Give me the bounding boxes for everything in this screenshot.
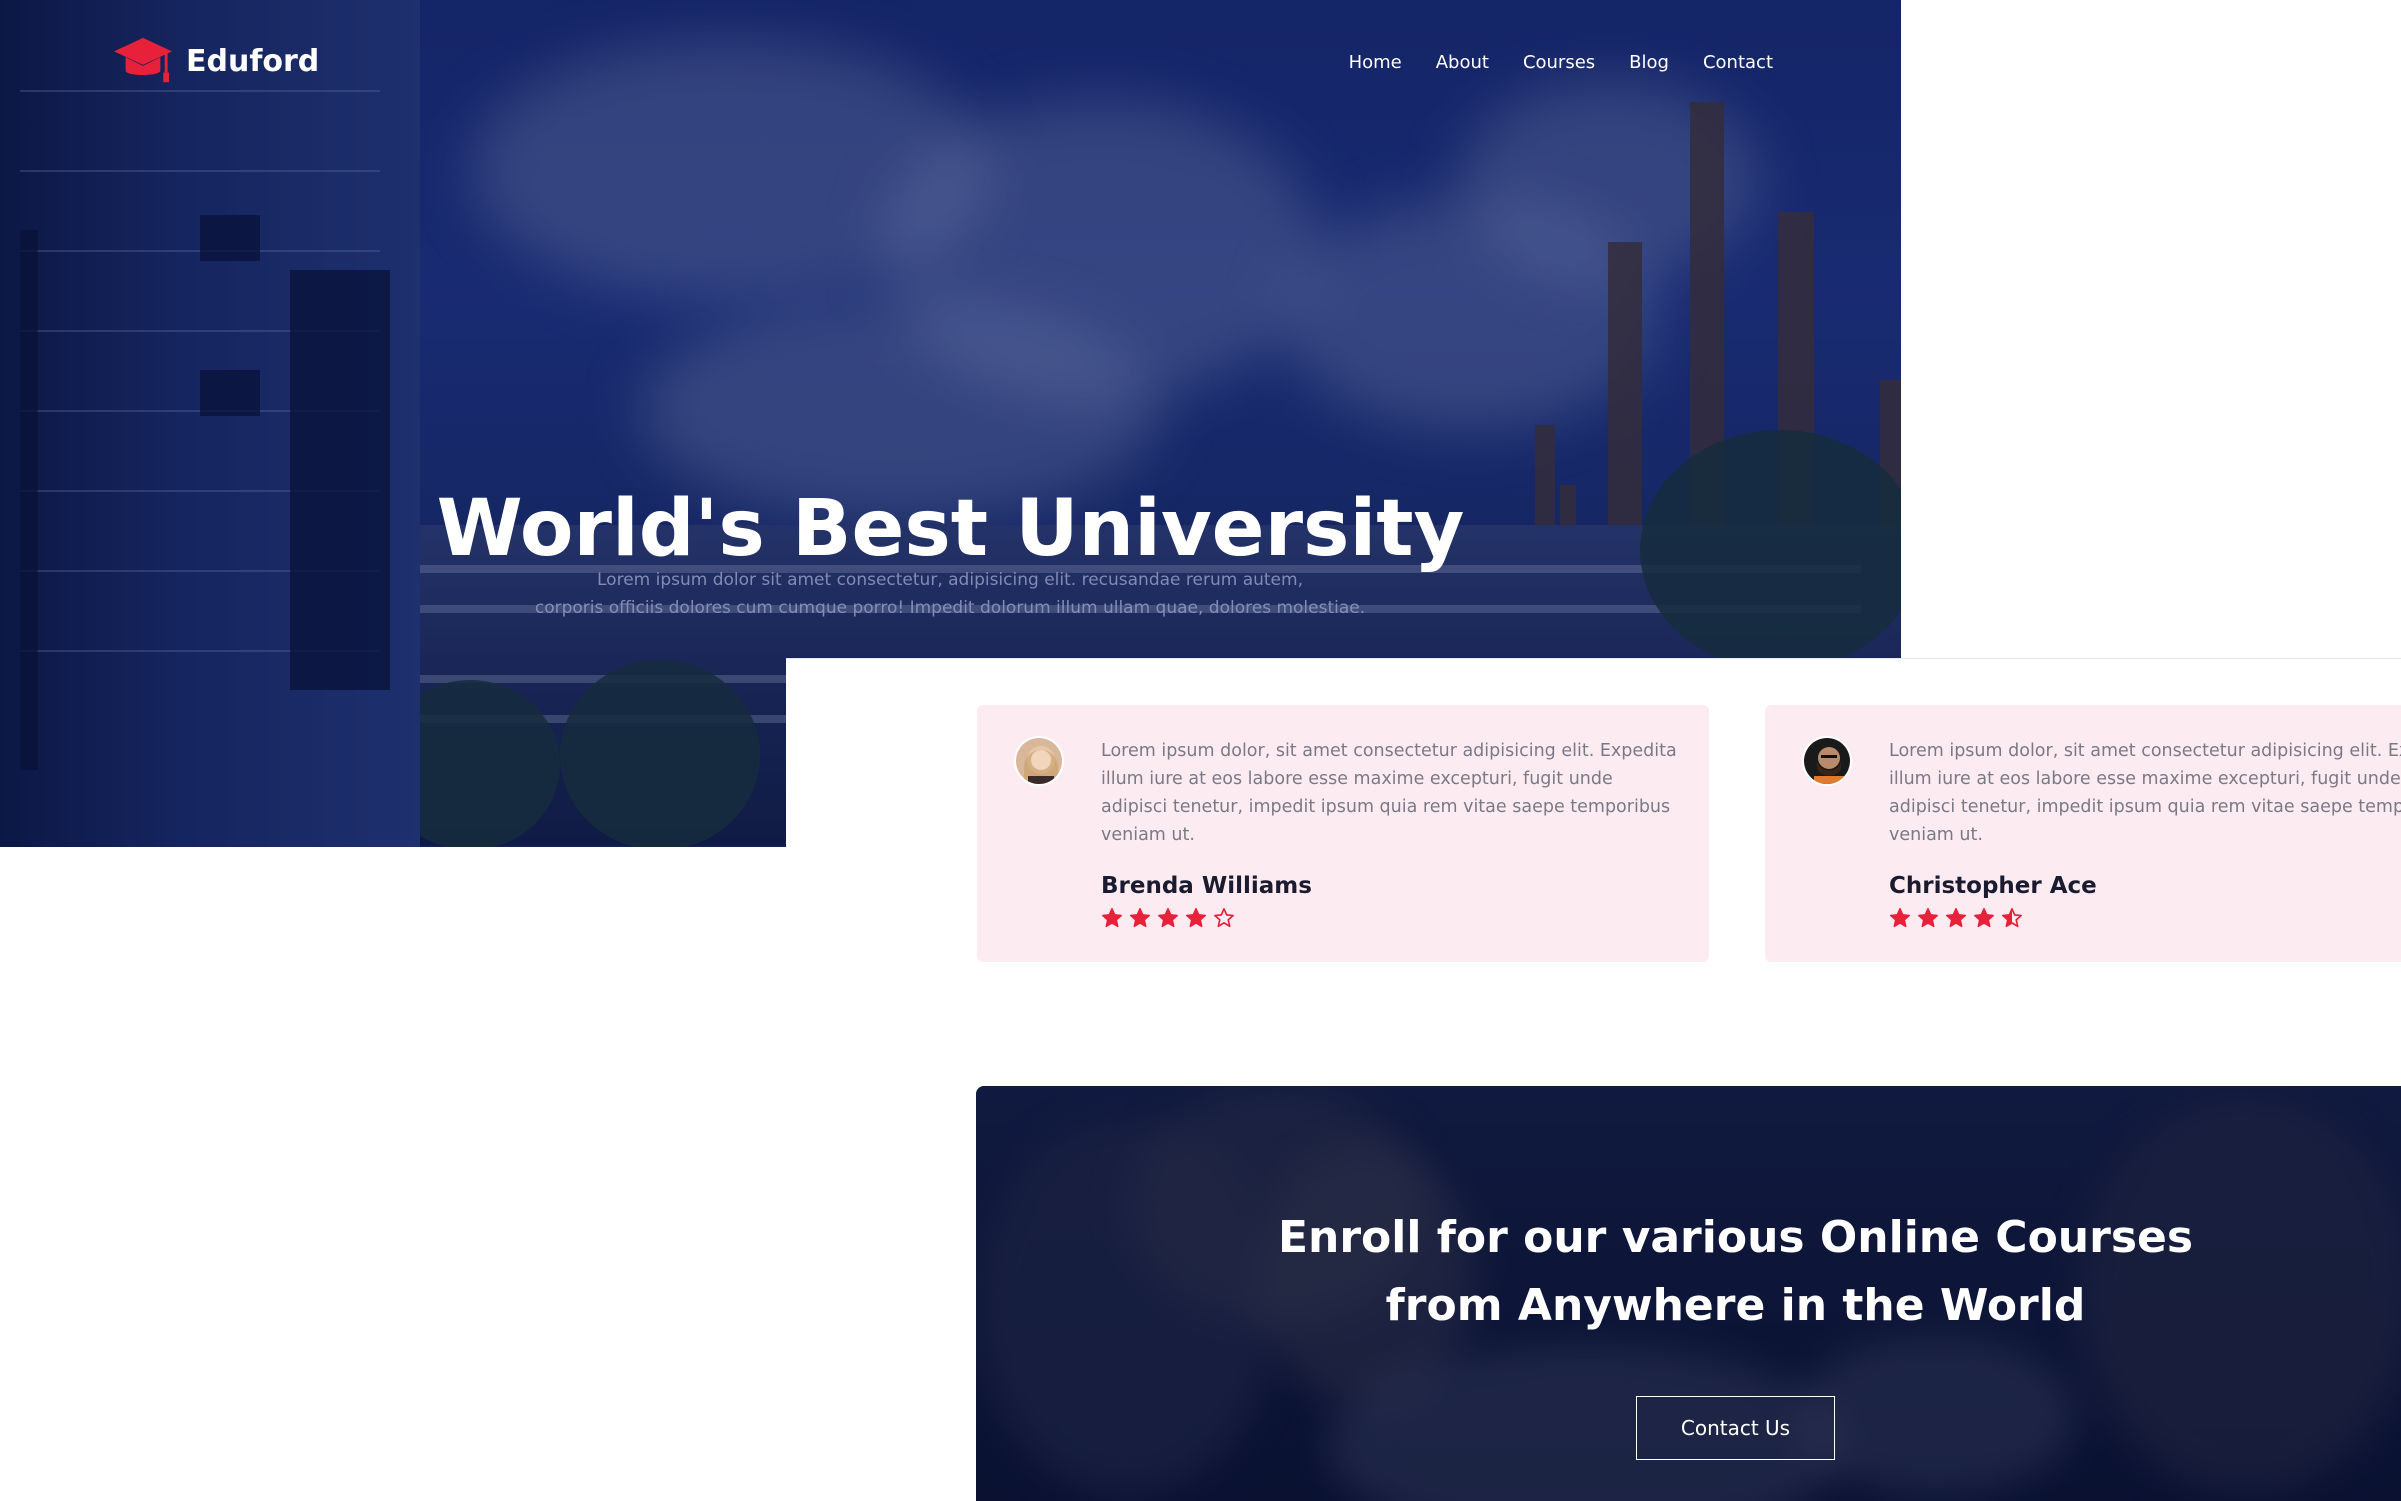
- avatar-man-icon: [1804, 738, 1850, 784]
- enroll-section: Enroll for our various Online Courses fr…: [976, 1086, 2401, 1501]
- star-rating: [1889, 907, 2023, 929]
- enroll-title: Enroll for our various Online Courses fr…: [1277, 1212, 2194, 1331]
- nav-blog[interactable]: Blog: [1629, 52, 1669, 73]
- hero-title: World's Best University: [436, 484, 1465, 575]
- nav-home[interactable]: Home: [1349, 52, 1402, 73]
- testimonial-name: Christopher Ace: [1889, 873, 2097, 899]
- star-full-icon: [1918, 908, 1938, 928]
- nav-courses[interactable]: Courses: [1523, 52, 1595, 73]
- testimonials-section: Lorem ipsum dolor, sit amet consectetur …: [786, 658, 2401, 1058]
- testimonial-card: Lorem ipsum dolor, sit amet consectetur …: [1765, 705, 2401, 962]
- avatar: [1014, 736, 1064, 786]
- avatar-woman-icon: [1016, 738, 1062, 784]
- testimonial-quote: Lorem ipsum dolor, sit amet consectetur …: [1101, 741, 1677, 845]
- avatar: [1802, 736, 1852, 786]
- star-full-icon: [1186, 908, 1206, 928]
- testimonial-name: Brenda Williams: [1101, 873, 1312, 899]
- star-full-icon: [1158, 908, 1178, 928]
- star-full-icon: [1130, 908, 1150, 928]
- hero-description: Lorem ipsum dolor sit amet consectetur, …: [534, 570, 1366, 618]
- nav-contact[interactable]: Contact: [1703, 52, 1773, 73]
- contact-us-button[interactable]: Contact Us: [1636, 1396, 1835, 1460]
- brand-name: Eduford: [186, 43, 320, 79]
- star-full-icon: [1102, 908, 1122, 928]
- star-empty-icon: [1214, 908, 1234, 928]
- star-full-icon: [1974, 908, 1994, 928]
- star-full-icon: [1946, 908, 1966, 928]
- graduation-cap-icon: [114, 37, 172, 83]
- star-full-icon: [1890, 908, 1910, 928]
- testimonial-card: Lorem ipsum dolor, sit amet consectetur …: [977, 705, 1709, 962]
- main-nav: Home About Courses Blog Contact: [1349, 52, 1773, 73]
- testimonial-quote: Lorem ipsum dolor, sit amet consectetur …: [1889, 741, 2401, 845]
- star-half-icon: [2002, 908, 2022, 928]
- star-rating: [1101, 907, 1235, 929]
- nav-about[interactable]: About: [1436, 52, 1489, 73]
- brand-logo[interactable]: Eduford: [112, 34, 319, 88]
